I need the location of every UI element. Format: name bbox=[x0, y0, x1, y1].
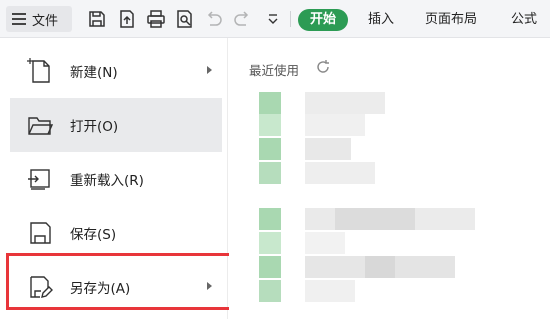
save-icon bbox=[27, 219, 53, 247]
menu-item-save[interactable]: 保存(S) bbox=[10, 206, 222, 260]
hamburger-icon bbox=[12, 13, 26, 25]
menu-item-label: 新建(N) bbox=[70, 65, 118, 81]
submenu-arrow-icon bbox=[207, 66, 212, 74]
toolbar-divider bbox=[290, 11, 291, 27]
menu-item-open[interactable]: 打开(O) bbox=[10, 98, 222, 152]
menu-item-label: 重新载入(R) bbox=[70, 173, 144, 189]
folder-open-icon bbox=[27, 111, 53, 139]
reload-icon bbox=[27, 165, 53, 193]
tab-page-layout[interactable]: 页面布局 bbox=[425, 9, 477, 31]
menu-item-reload[interactable]: 重新载入(R) bbox=[10, 152, 222, 206]
undo-icon[interactable] bbox=[203, 8, 225, 30]
refresh-icon[interactable] bbox=[315, 59, 331, 75]
menu-item-new[interactable]: 新建(N) bbox=[10, 44, 222, 98]
recent-files-panel: 最近使用 bbox=[229, 38, 550, 319]
new-file-icon bbox=[27, 57, 53, 85]
save-as-icon bbox=[27, 273, 53, 301]
tab-insert[interactable]: 插入 bbox=[368, 9, 394, 31]
file-menu-button[interactable]: 文件 bbox=[6, 6, 72, 32]
file-menu-label: 文件 bbox=[32, 13, 59, 29]
tab-home[interactable]: 开始 bbox=[298, 9, 348, 31]
tab-formulas[interactable]: 公式 bbox=[511, 9, 537, 31]
save-icon[interactable] bbox=[86, 8, 108, 30]
menu-item-label: 打开(O) bbox=[70, 119, 119, 135]
redo-icon[interactable] bbox=[231, 8, 253, 30]
more-dropdown-icon[interactable] bbox=[262, 8, 284, 30]
top-toolbar: 文件 开始 插入 页面布局 公式 bbox=[0, 0, 550, 38]
menu-item-label: 另存为(A) bbox=[70, 281, 131, 297]
export-icon[interactable] bbox=[116, 8, 138, 30]
menu-item-save-as[interactable]: 另存为(A) bbox=[10, 260, 222, 314]
menu-item-label: 保存(S) bbox=[70, 227, 117, 243]
file-menu-panel: 新建(N) 打开(O) 重新载入(R) 保存(S) 另存为(A) bbox=[0, 38, 228, 319]
print-icon[interactable] bbox=[145, 8, 167, 30]
submenu-arrow-icon bbox=[207, 282, 212, 290]
recent-title: 最近使用 bbox=[249, 63, 300, 78]
print-preview-icon[interactable] bbox=[174, 8, 196, 30]
